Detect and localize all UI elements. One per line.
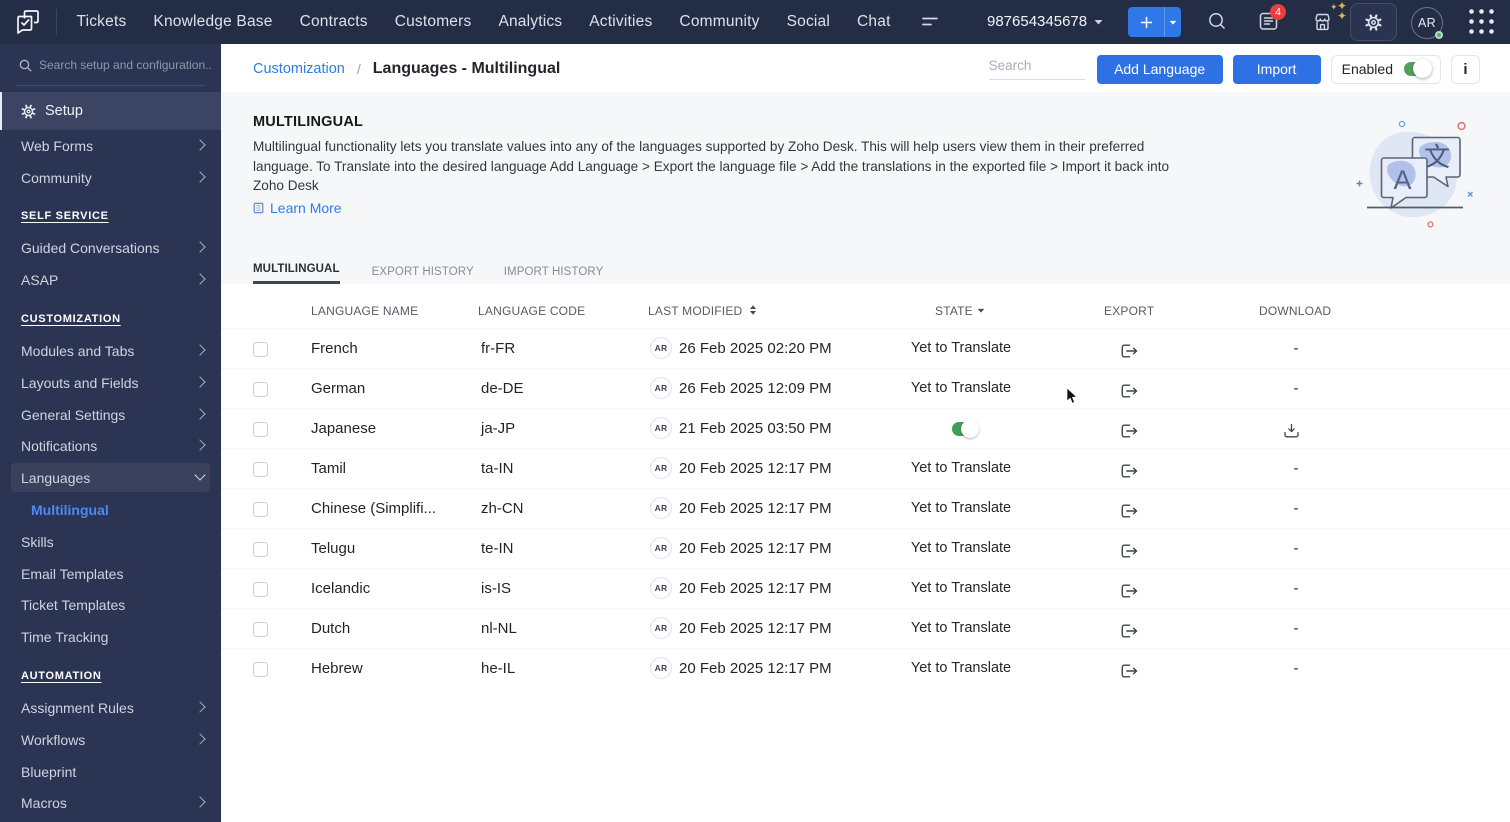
svg-text:A: A (1393, 165, 1411, 195)
svg-text:文: 文 (1424, 142, 1450, 172)
